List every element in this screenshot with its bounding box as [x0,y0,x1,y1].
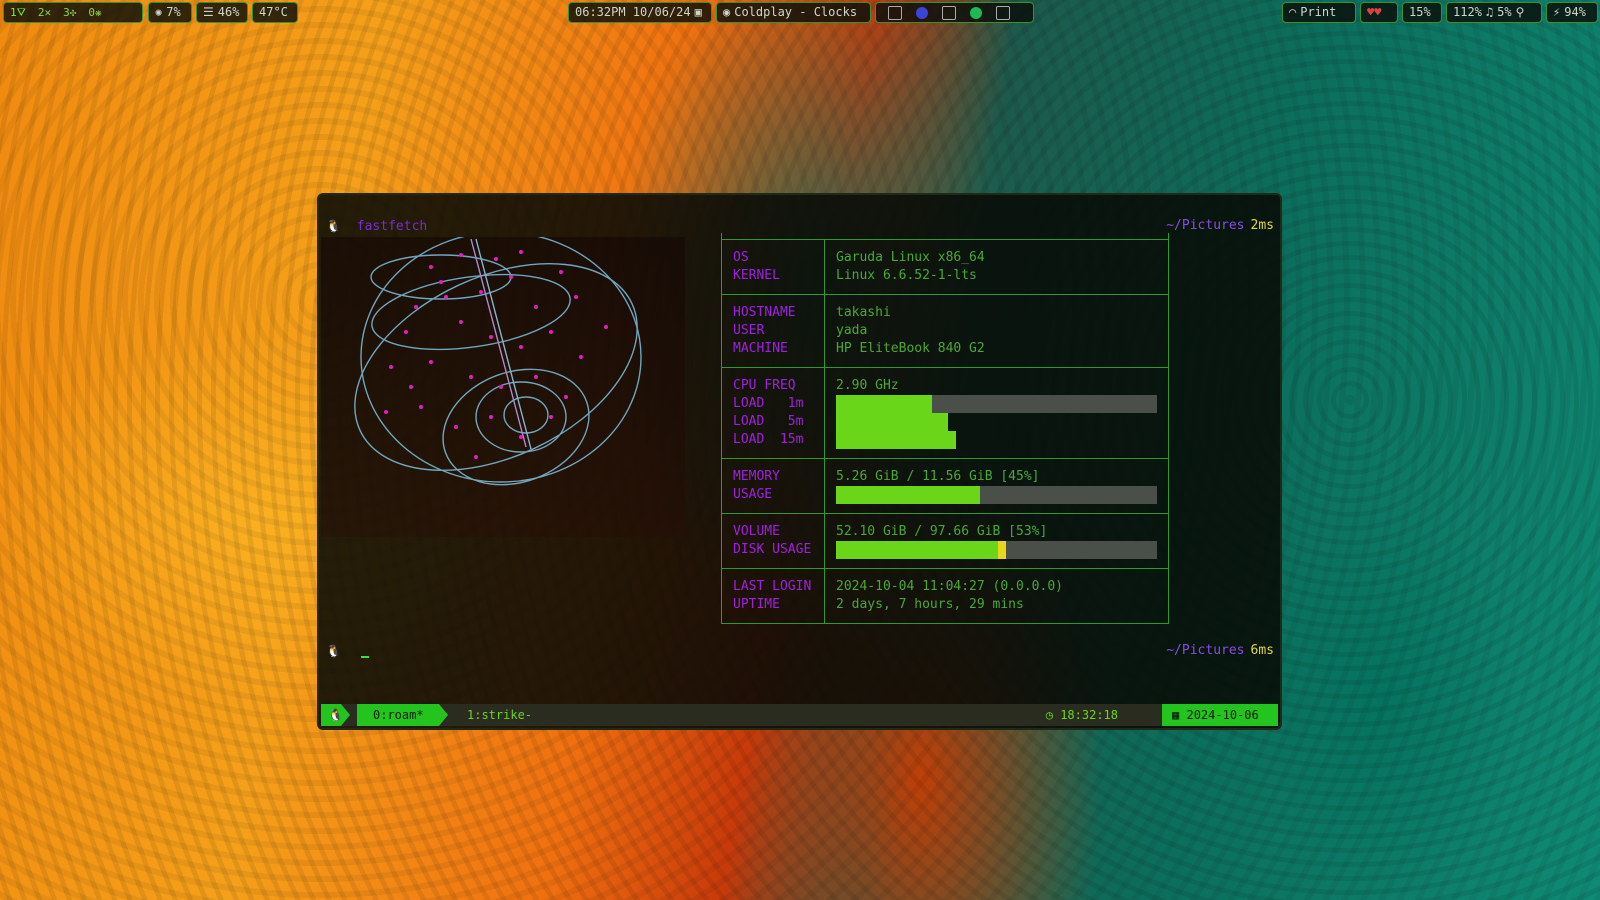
terminal-window[interactable]: 🐧 fastfetch ~/Pictures 2ms OS KERNEL Garud… [317,193,1282,730]
workspaces: 1⛛ 2✕ 3✣ 0❋ [3,2,143,23]
tmux-window-1[interactable]: 1:strike- [457,704,542,726]
audio[interactable]: 112% ♫ 5% ⚲ [1446,2,1542,23]
prompt-right-2: ~/Pictures 6ms [1166,643,1274,658]
battery[interactable]: ⚡ 94% [1546,2,1598,23]
microphone-icon: ⚲ [1515,5,1525,19]
load-15m-bar [836,431,957,449]
spotify-app-icon[interactable] [970,6,982,19]
wifi-icon: ◠ [1289,5,1297,19]
notification[interactable]: ♥♥ [1360,2,1398,23]
ff-host-block: HOSTNAME USER MACHINE takashi yada HP EliteB… [721,295,1169,368]
disk-bar-fill [836,541,999,559]
terminal-app-icon-2[interactable] [942,5,956,20]
tmux-window-0[interactable]: 0:roam* [357,704,439,726]
prompt-line-1: 🐧 fastfetch [326,217,427,235]
memory-bar-fill [836,486,981,504]
tmux-date: ▦ 2024-10-06 [1162,704,1278,726]
terminal-app-icon[interactable] [888,5,902,20]
memory-icon: ☰ [203,5,214,19]
temperature[interactable]: 47°C [252,2,298,23]
ff-disk-block: VOLUME DISK USAGE 52.10 GiB / 97.66 GiB [… [721,514,1169,569]
workspace-3[interactable]: 3✣ [63,3,76,22]
command-text: fastfetch [356,219,428,234]
load-5m-bar [836,413,949,431]
brightness[interactable]: 15% [1402,2,1442,23]
spotify-icon: ◉ [723,5,731,19]
ff-cpu-block: CPU FREQ LOAD 1m LOAD 5m LOAD 15m 2.90 GHz [721,368,1169,459]
prompt-right-1: ~/Pictures 2ms [1166,218,1274,233]
tmux-time: ◷ 18:32:18 [1045,708,1118,722]
headphones-icon: ♫ [1485,5,1494,19]
network[interactable]: ◠ Print [1282,2,1356,23]
workspace-2[interactable]: 2✕ [38,3,51,22]
penguin-icon: 🐧 [326,644,341,658]
top-bar: 1⛛ 2✕ 3✣ 0❋ ✺ 7% ☰ 46% 47°C 06:32PM 10/06/… [0,2,1600,23]
calendar-icon: ▣ [694,5,702,19]
clock-icon: ◷ [1045,708,1053,722]
prompt-line-2[interactable]: 🐧 [326,642,369,660]
memory-usage[interactable]: ☰ 46% [196,2,248,23]
memory-bar [836,486,1157,504]
disk-bar [836,541,1157,559]
tmux-separator [439,704,448,726]
cpu-usage[interactable]: ✺ 7% [148,2,192,23]
fastfetch-logo-art [321,231,685,537]
cpu-icon: ✺ [155,5,163,19]
load-1m-bar [836,395,933,413]
calendar-icon: ▦ [1172,708,1180,722]
tmux-status-bar: 🐧 0:roam* 1:strike- ◷ 18:32:18 ▦ 2024-10… [321,704,1278,726]
workspace-0[interactable]: 0❋ [88,3,101,22]
ff-memory-block: MEMORY USAGE 5.26 GiB / 11.56 GiB [45%] [721,459,1169,514]
tmux-separator [341,704,350,726]
heart-icon: ♥♥ [1367,5,1382,19]
disk-bar-marker [998,541,1007,559]
terminal-app-icon-3[interactable] [996,5,1010,20]
workspace-1[interactable]: 1⛛ [10,3,26,22]
browser-app-icon[interactable] [916,6,928,19]
ff-os-block: OS KERNEL Garuda Linux x86_64 Linux 6.6.52… [721,239,1169,295]
penguin-icon: 🐧 [326,219,341,233]
spiral-sphere-art [354,231,642,486]
clock[interactable]: 06:32PM 10/06/24 ▣ [568,2,712,23]
tmux-session-icon: 🐧 [321,704,343,726]
fastfetch-table: OS KERNEL Garuda Linux x86_64 Linux 6.6.52… [721,239,1169,624]
plug-icon: ⚡ [1553,5,1561,19]
taskbar [875,2,1034,23]
ff-login-block: LAST LOGIN UPTIME 2024-10-04 11:04:27 (0.… [721,569,1169,624]
media-player[interactable]: ◉ Coldplay - Clocks [716,2,871,23]
load-bars [836,395,1157,449]
text-cursor [360,656,369,658]
